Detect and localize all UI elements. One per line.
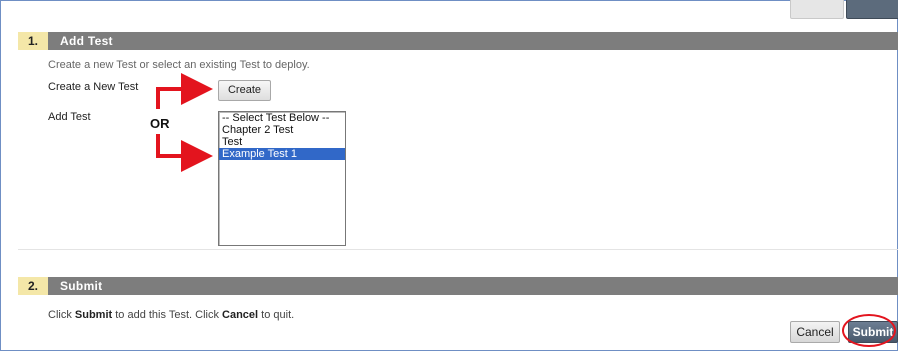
submit-instructions: Click Submit to add this Test. Click Can… [48, 309, 295, 321]
submit-section-header: 2. Submit [18, 277, 898, 295]
annotation-arrows [156, 73, 213, 172]
section-divider [18, 249, 898, 250]
step-number: 2. [18, 277, 48, 295]
cancel-button[interactable]: Cancel [790, 321, 840, 343]
submit-highlight-circle [842, 314, 896, 347]
arrow-to-example-test-icon [156, 134, 213, 172]
arrow-to-create-icon [156, 73, 213, 109]
section-title: Submit [60, 279, 103, 293]
